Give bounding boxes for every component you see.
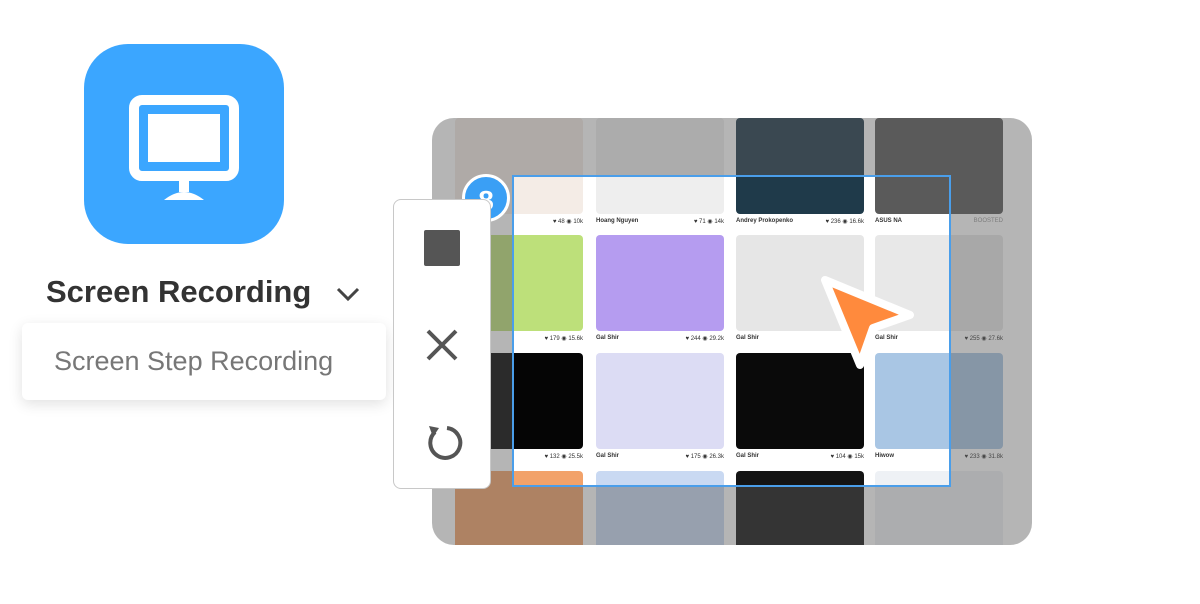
dropdown-menu: Screen Step Recording: [22, 323, 386, 400]
restart-button[interactable]: [423, 422, 463, 462]
views-count: 31.8k: [988, 454, 1003, 460]
chevron-down-icon[interactable]: [336, 282, 360, 306]
close-button[interactable]: [425, 328, 459, 362]
likes-count: 233: [969, 454, 980, 460]
screen-recording-app-icon[interactable]: [84, 44, 284, 244]
dropdown-option-step-recording[interactable]: Screen Step Recording: [54, 346, 333, 377]
close-icon: [426, 329, 458, 361]
stop-button[interactable]: [424, 230, 460, 266]
boosted-label: BOOSTED: [973, 218, 1003, 224]
card-stats: ♥ 255 ◉ 27.6k: [964, 336, 1003, 342]
card-stats: ♥ 233 ◉ 31.8k: [964, 454, 1003, 460]
likes-count: 255: [969, 336, 980, 342]
monitor-icon: [129, 95, 239, 200]
recording-toolbar: [393, 199, 491, 489]
restart-icon: [428, 426, 463, 460]
recording-mode-label[interactable]: Screen Recording: [46, 274, 311, 310]
cursor-arrow-icon: [821, 276, 914, 369]
views-count: 27.6k: [988, 336, 1003, 342]
card-stats: BOOSTED: [974, 218, 1003, 224]
